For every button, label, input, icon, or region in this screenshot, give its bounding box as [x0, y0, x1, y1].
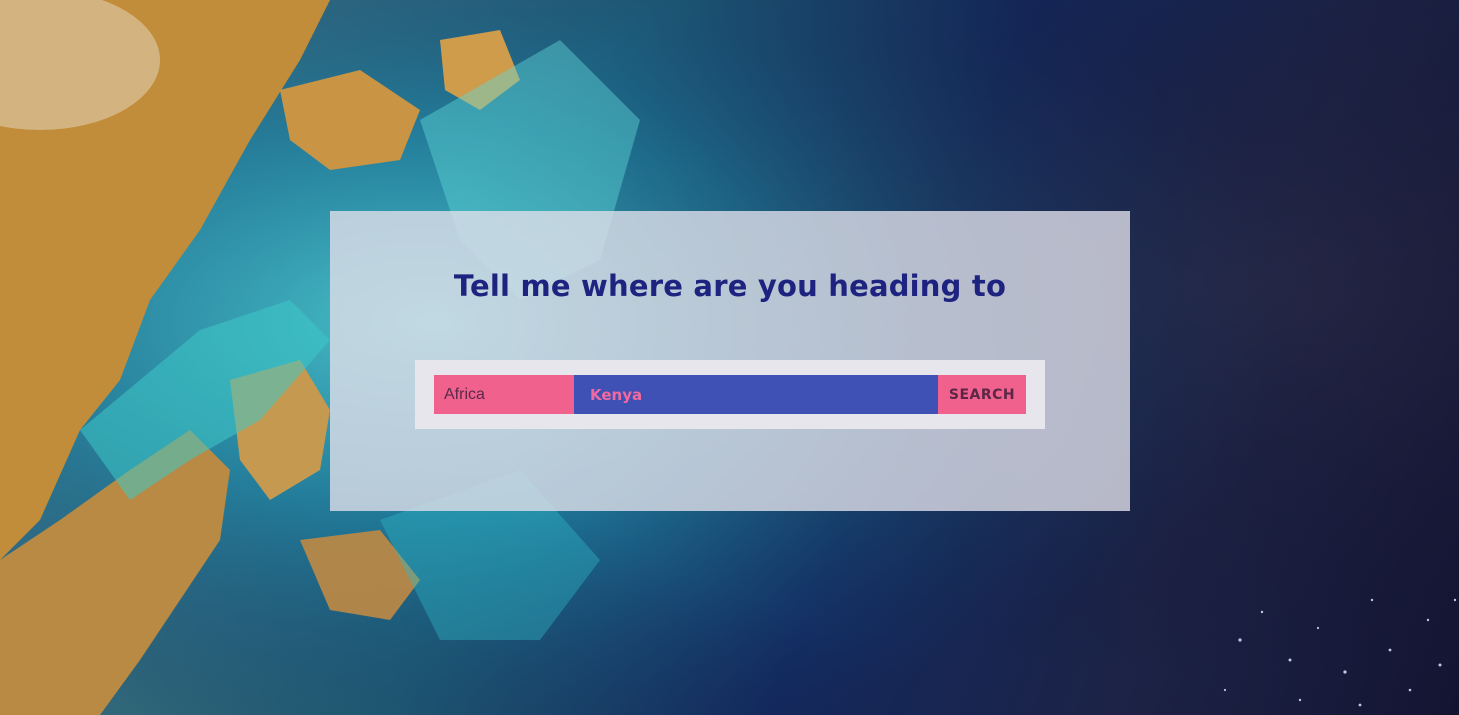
- search-bar: Africa SEARCH: [415, 360, 1045, 429]
- country-input[interactable]: [574, 375, 938, 414]
- region-select[interactable]: Africa: [434, 375, 574, 414]
- search-panel: Tell me where are you heading to Africa …: [330, 211, 1130, 511]
- page-title: Tell me where are you heading to: [453, 269, 1007, 303]
- search-button[interactable]: SEARCH: [938, 375, 1026, 414]
